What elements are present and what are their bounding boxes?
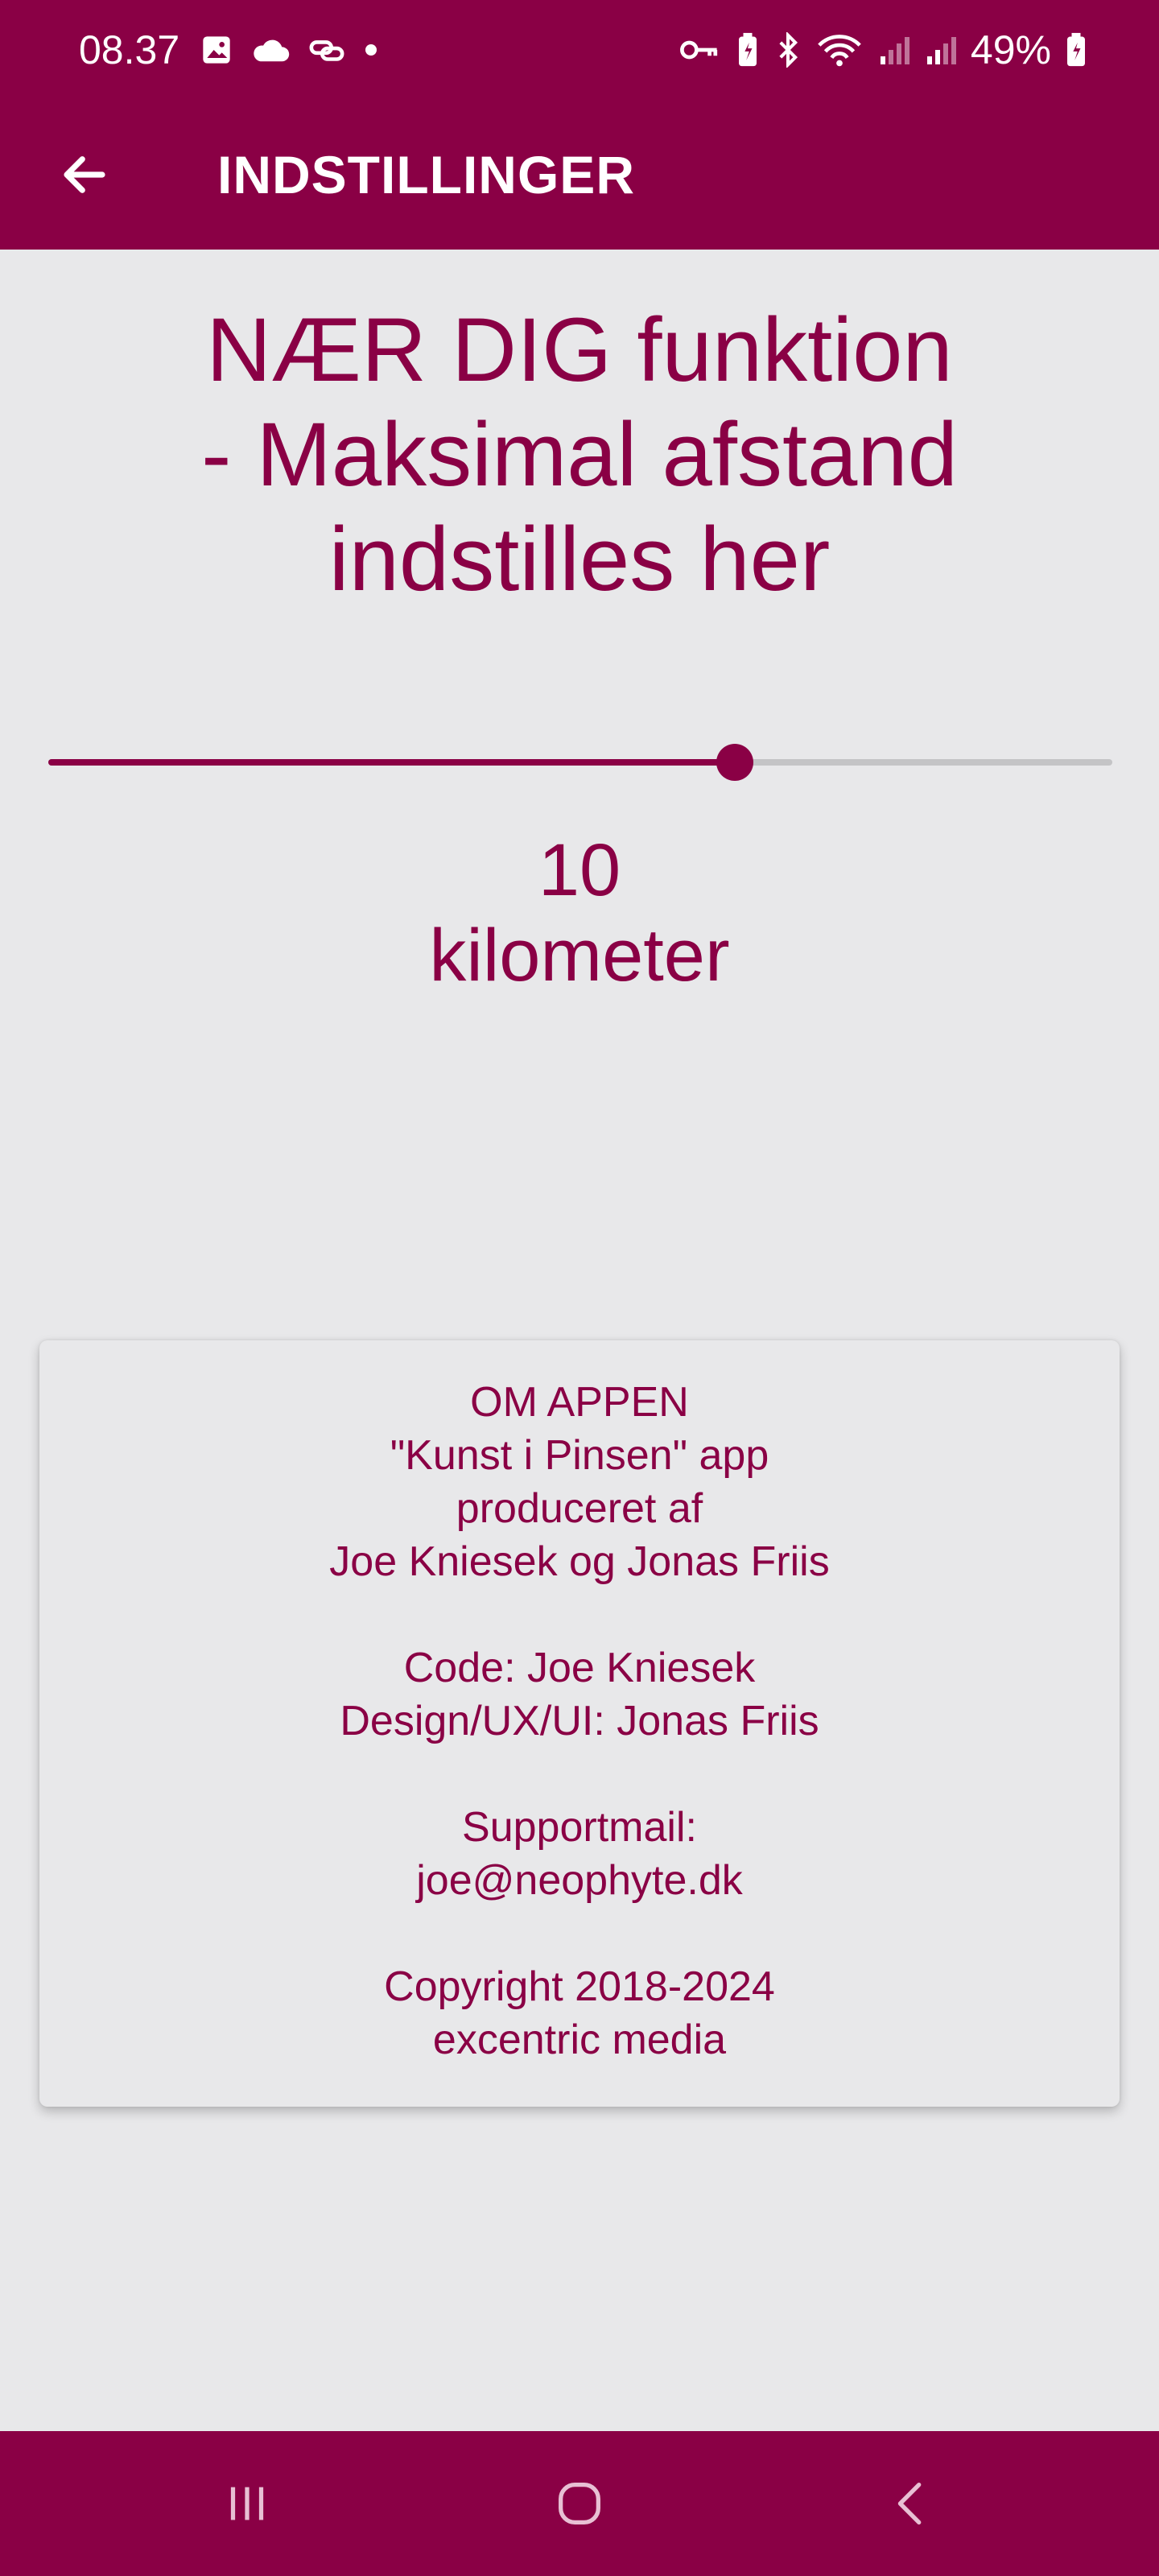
- slider-fill: [48, 759, 735, 766]
- image-icon: [203, 36, 230, 64]
- company-name: excentric media: [432, 2017, 727, 2063]
- heading-line: NÆR DIG funktion: [206, 299, 953, 400]
- vpn-key-icon: [679, 40, 718, 60]
- battery-saver-icon: [738, 32, 757, 67]
- status-system-icons: 49%: [678, 27, 1087, 73]
- signal-icon: [880, 37, 909, 64]
- dot-icon: [365, 44, 377, 56]
- app-bar: INDSTILLINGER: [0, 100, 1159, 250]
- status-notification-icons: [200, 34, 379, 66]
- support-label: Supportmail:: [462, 1804, 697, 1851]
- distance-setting-heading: NÆR DIG funktion - Maksimal afstand inds…: [137, 298, 1022, 612]
- home-icon: [559, 2483, 600, 2524]
- recent-apps-button[interactable]: [191, 2455, 303, 2552]
- link-icon: [309, 40, 344, 61]
- about-code-credit: Code: Joe Kniesek: [403, 1645, 756, 1691]
- status-bar: 08.37 49%: [0, 0, 1159, 100]
- page-title: INDSTILLINGER: [217, 145, 635, 204]
- support-email-link[interactable]: joe@neophyte.dk: [39, 1854, 1120, 1907]
- heading-line: - Maksimal afstand: [201, 404, 958, 505]
- recent-apps-icon: [230, 2487, 263, 2520]
- distance-slider[interactable]: [48, 737, 1112, 786]
- battery-icon: [1067, 32, 1085, 67]
- battery-percentage: 49%: [970, 27, 1051, 72]
- copyright-text: Copyright 2018-2024: [384, 1963, 775, 2010]
- distance-value: 10: [538, 829, 621, 911]
- back-icon: [898, 2483, 922, 2524]
- heading-line: indstilles her: [328, 509, 831, 609]
- about-card: OM APPEN "Kunst i Pinsen" app produceret…: [39, 1340, 1120, 2107]
- home-button[interactable]: [523, 2455, 636, 2552]
- distance-unit: kilometer: [429, 914, 730, 997]
- about-line: Joe Kniesek og Jonas Friis: [329, 1538, 830, 1585]
- nav-back-button[interactable]: [856, 2455, 968, 2552]
- about-design-credit: Design/UX/UI: Jonas Friis: [340, 1698, 819, 1744]
- about-line: produceret af: [456, 1485, 703, 1532]
- slider-thumb[interactable]: [716, 744, 753, 781]
- status-time: 08.37: [79, 27, 180, 72]
- signal-icon: [926, 37, 956, 64]
- distance-readout: 10 kilometer: [298, 828, 861, 998]
- about-line: "Kunst i Pinsen" app: [390, 1432, 769, 1479]
- arrow-back-icon: [64, 156, 105, 193]
- bluetooth-icon: [779, 32, 798, 68]
- cloud-icon: [254, 39, 290, 62]
- about-title: OM APPEN: [470, 1379, 689, 1426]
- system-navigation-bar: [0, 2431, 1159, 2576]
- wifi-icon: [818, 35, 861, 67]
- back-button[interactable]: [40, 130, 129, 219]
